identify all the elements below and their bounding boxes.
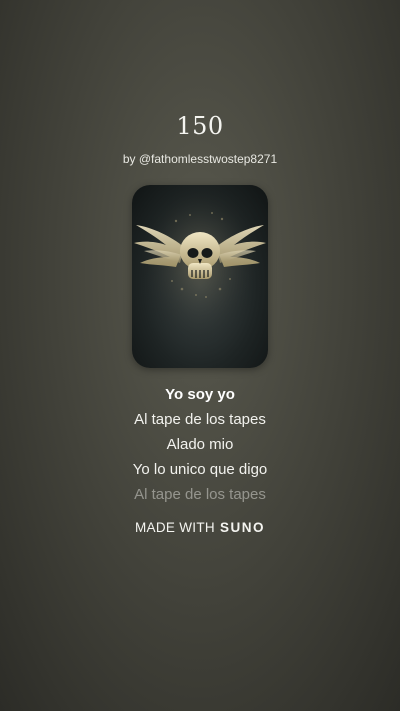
cover-art[interactable] xyxy=(132,185,268,368)
lyrics-panel: Yo soy yo Al tape de los tapes Alado mio… xyxy=(0,382,400,507)
winged-skull-icon xyxy=(132,185,268,368)
made-with-label: MADE WITH xyxy=(135,520,215,535)
artist-handle[interactable]: by @fathomlesstwostep8271 xyxy=(0,152,400,166)
made-with-suno-badge[interactable]: MADE WITH SUNO xyxy=(0,520,400,535)
lyric-line-upcoming: Al tape de los tapes xyxy=(134,486,266,503)
lyric-line-current: Yo soy yo xyxy=(165,386,235,403)
suno-logo: SUNO xyxy=(219,520,265,535)
song-title: 150 xyxy=(176,112,224,140)
lyric-line: Al tape de los tapes xyxy=(134,411,266,428)
lyric-line: Yo lo unico que digo xyxy=(132,461,268,478)
lyric-line: Alado mio xyxy=(166,436,234,453)
song-share-screen: 150 by @fathomlesstwostep8271 Yo soy yo … xyxy=(0,0,400,711)
